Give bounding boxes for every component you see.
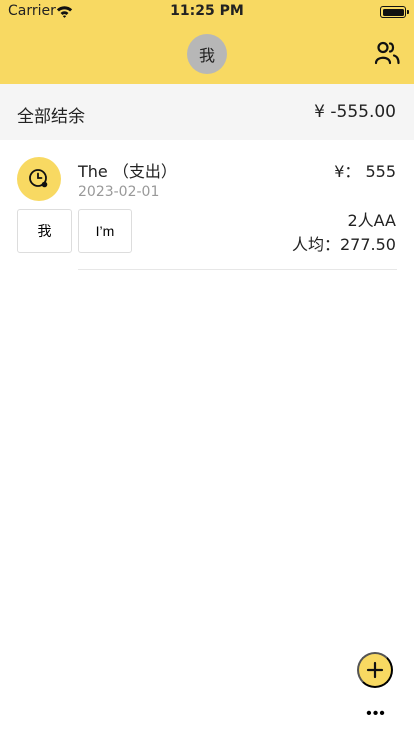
record-date: 2023-02-01 xyxy=(78,184,160,200)
avatar-text: 我 xyxy=(198,46,215,65)
add-button[interactable] xyxy=(357,652,393,688)
more-icon: ••• xyxy=(366,705,386,722)
user-avatar[interactable]: 我 xyxy=(187,34,227,74)
users-icon[interactable] xyxy=(374,40,400,66)
list-divider xyxy=(78,269,397,270)
more-button[interactable]: ••• xyxy=(362,704,390,724)
status-time: 11:25 PM xyxy=(170,3,244,19)
clock-icon xyxy=(29,169,48,188)
participant-tag[interactable]: 我 xyxy=(17,209,72,253)
balance-label: 全部结余 xyxy=(17,107,85,127)
balance-summary: 全部结余 ¥ -555.00 xyxy=(0,84,414,140)
participant-tag[interactable]: I’m xyxy=(78,209,132,253)
status-bar: Carrier 11:25 PM xyxy=(0,0,414,24)
record-title: The （支出） xyxy=(78,162,177,181)
split-count: 2人AA xyxy=(347,211,396,230)
record-amount: ¥： 555 xyxy=(334,162,396,181)
average-amount: 人均：277.50 xyxy=(292,235,396,254)
top-header: Carrier 11:25 PM 我 xyxy=(0,0,414,84)
record-category-icon xyxy=(17,157,61,201)
plus-icon xyxy=(366,661,384,679)
battery-icon xyxy=(380,6,409,18)
balance-value: ¥ -555.00 xyxy=(314,102,396,122)
